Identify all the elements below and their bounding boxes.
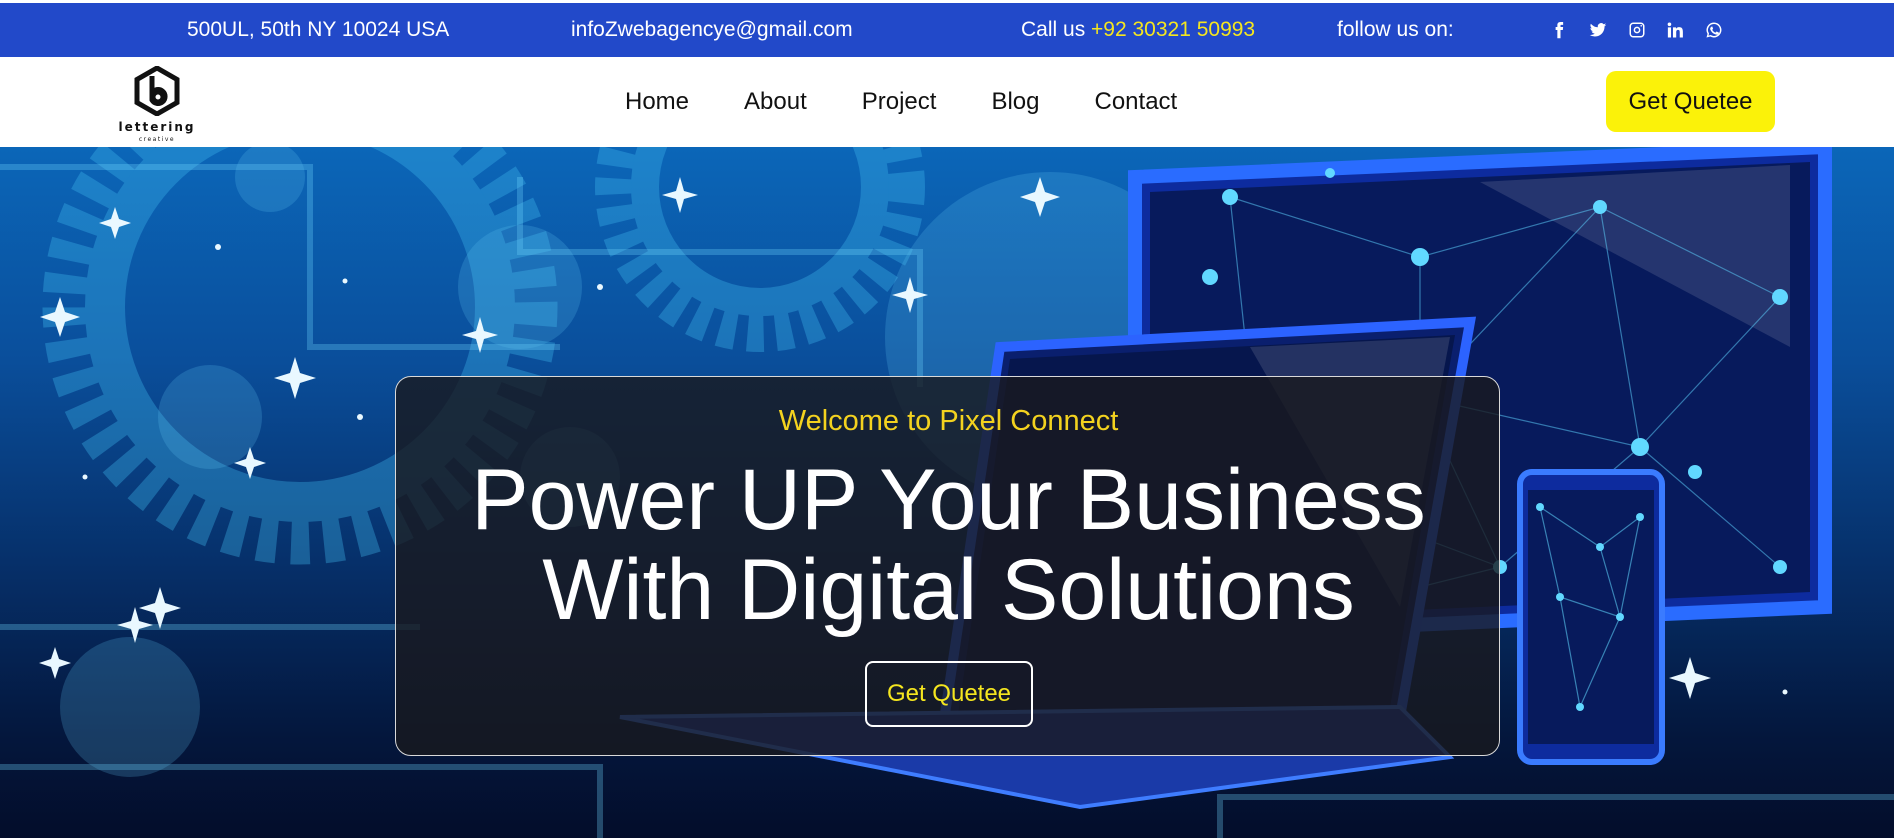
logo-tagline: creative (138, 136, 176, 143)
facebook-icon[interactable] (1548, 19, 1570, 41)
hexagon-b-icon (134, 66, 180, 116)
logo-wordmark: lettering (118, 120, 196, 134)
hero-title-line-1: Power UP Your Business (471, 452, 1426, 548)
hero-title: Power UP Your Business With Digital Solu… (396, 455, 1501, 635)
hero-subtitle: Welcome to Pixel Connect (778, 405, 1119, 437)
welcome-card: Welcome to Pixel Connect Power UP Your B… (395, 376, 1500, 756)
hero-section: Welcome to Pixel Connect Power UP Your B… (0, 147, 1894, 838)
call-info: Call us +92 30321 50993 (1021, 3, 1255, 57)
hero-title-line-2: With Digital Solutions (542, 542, 1355, 638)
hero-get-quote-button[interactable]: Get Quetee (865, 661, 1033, 727)
nav-link-project[interactable]: Project (862, 88, 937, 116)
nav-link-about[interactable]: About (744, 88, 807, 116)
call-label: Call us (1021, 18, 1092, 41)
nav-link-home[interactable]: Home (625, 88, 689, 116)
logo[interactable]: lettering creative (118, 62, 196, 146)
top-info-bar: 500UL, 50th NY 10024 USA infoZwebagencye… (0, 3, 1894, 57)
get-quote-button[interactable]: Get Quetee (1606, 71, 1775, 132)
nav-link-contact[interactable]: Contact (1095, 88, 1178, 116)
phone-link[interactable]: +92 30321 50993 (1091, 18, 1255, 41)
follow-label: follow us on: (1337, 18, 1454, 41)
twitter-icon[interactable] (1587, 19, 1609, 41)
linkedin-icon[interactable] (1664, 19, 1686, 41)
nav-link-blog[interactable]: Blog (991, 88, 1039, 116)
email-link[interactable]: infoZwebagencye@gmail.com (571, 3, 853, 57)
whatsapp-icon[interactable] (1703, 19, 1725, 41)
main-navbar: lettering creative Home About Project Bl… (0, 57, 1894, 147)
address-text: 500UL, 50th NY 10024 USA (187, 18, 450, 41)
nav-links: Home About Project Blog Contact (625, 57, 1232, 147)
instagram-icon[interactable] (1626, 19, 1648, 41)
